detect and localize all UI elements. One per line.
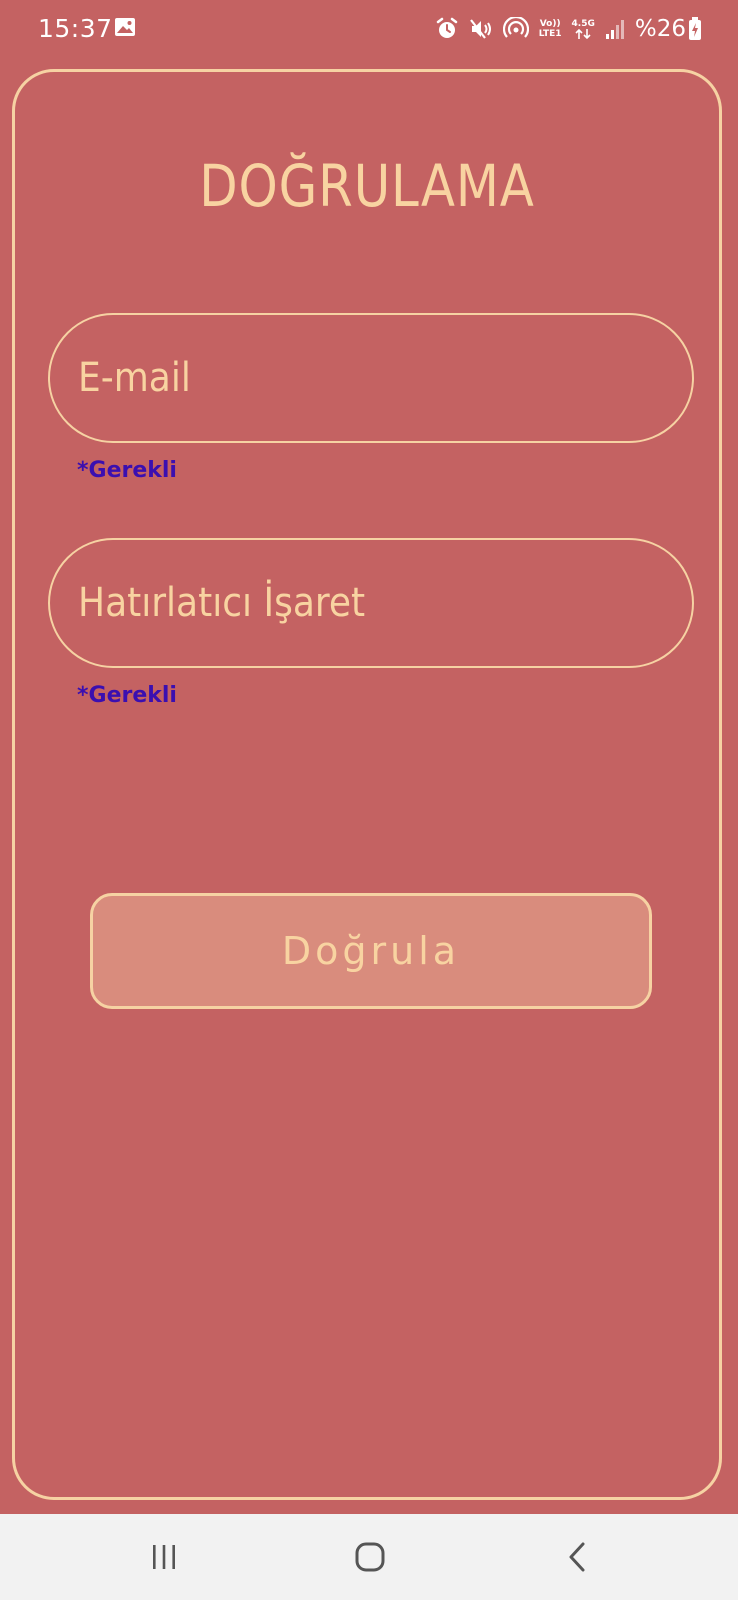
status-bar: 15:37 Vo)) LTE1 4.5G %26 xyxy=(0,0,738,58)
mute-icon xyxy=(469,19,491,39)
volte-label: Vo)) xyxy=(539,19,561,29)
status-time: 15:37 xyxy=(38,14,113,43)
status-icons: Vo)) LTE1 4.5G %26 xyxy=(435,14,702,44)
navigation-bar xyxy=(0,1514,738,1600)
hotspot-icon xyxy=(502,17,529,38)
data-4-5g-icon: 4.5G xyxy=(572,19,595,39)
reminder-hint-placeholder: Hatırlatıcı İşaret xyxy=(78,580,366,626)
verify-button[interactable]: Doğrula xyxy=(90,893,652,1009)
verification-card: DOĞRULAMA E-mail *Gerekli Hatırlatıcı İş… xyxy=(12,69,722,1500)
page-title: DOĞRULAMA xyxy=(199,152,535,220)
back-button[interactable] xyxy=(560,1540,594,1574)
recent-apps-button[interactable] xyxy=(147,1540,181,1574)
recent-apps-icon xyxy=(153,1545,175,1569)
signal-icon xyxy=(605,20,624,39)
email-field[interactable]: E-mail xyxy=(48,313,694,443)
reminder-hint-required-label: *Gerekli xyxy=(77,683,177,708)
alarm-icon xyxy=(436,17,457,38)
battery-percent: %26 xyxy=(634,16,686,42)
back-icon xyxy=(569,1542,585,1572)
lte-label: LTE1 xyxy=(538,29,562,39)
volte-icon: Vo)) LTE1 xyxy=(539,19,562,39)
reminder-hint-field[interactable]: Hatırlatıcı İşaret xyxy=(48,538,694,668)
home-button[interactable] xyxy=(353,1540,387,1574)
gallery-icon xyxy=(115,18,135,36)
data-label: 4.5G xyxy=(571,19,595,29)
battery-indicator: %26 xyxy=(635,16,702,42)
home-icon xyxy=(355,1542,385,1572)
data-arrows-icon xyxy=(575,29,591,39)
email-required-label: *Gerekli xyxy=(77,458,177,483)
battery-icon xyxy=(689,17,701,40)
email-placeholder: E-mail xyxy=(78,355,191,401)
